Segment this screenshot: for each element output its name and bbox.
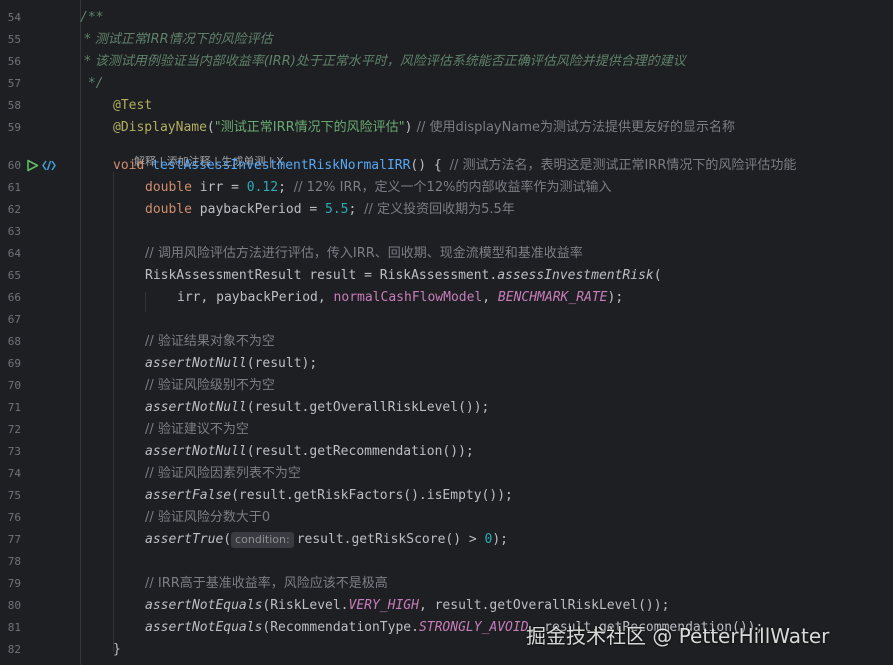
code-line-79: // IRR高于基准收益率，风险应该不是极高 [145, 576, 388, 591]
code-line-68: // 验证结果对象不为空 [145, 334, 275, 349]
code-line-61: double irr = 0.12; // 12% IRR，定义一个12%的内部… [145, 180, 612, 195]
code-line-60: void testAssessInvestmentRiskNormalIRR()… [113, 158, 797, 173]
code-line-56: * 该测试用例验证当内部收益率(IRR)处于正常水平时，风险评估系统能否正确评估… [80, 54, 686, 69]
code-line-76: // 验证风险分数大于0 [145, 510, 271, 525]
indent-guide [80, 0, 81, 665]
code-line-72: // 验证建议不为空 [145, 422, 249, 437]
code-line-55: * 测试正常IRR情况下的风险评估 [80, 32, 273, 47]
code-line-65: RiskAssessmentResult result = RiskAssess… [145, 268, 662, 283]
code-lens-actions: 解释 | 添加注释 | 生成单测 | X [113, 138, 284, 168]
code-line-74: // 验证风险因素列表不为空 [145, 466, 301, 481]
code-line-64: // 调用风险评估方法进行评估，传入IRR、回收期、现金流模型和基准收益率 [145, 246, 583, 261]
code-line-66: irr, paybackPeriod, normalCashFlowModel,… [177, 290, 624, 305]
code-line-80: assertNotEquals(RiskLevel.VERY_HIGH, res… [145, 598, 670, 613]
code-line-57: */ [80, 76, 104, 91]
code-line-75: assertFalse(result.getRiskFactors().isEm… [145, 488, 513, 503]
code-area[interactable]: /** * 测试正常IRR情况下的风险评估 * 该测试用例验证当内部收益率(IR… [0, 0, 893, 665]
indent-guide [113, 172, 114, 652]
code-line-70: // 验证风险级别不为空 [145, 378, 275, 393]
code-editor[interactable]: 54 55 56 57 58 59 60 61 62 63 64 65 66 67 68 69 70 71 72 73… [0, 0, 893, 665]
watermark: 掘金技术社区 @ PetterHillWater [526, 624, 830, 648]
indent-guide [145, 292, 146, 312]
code-line-62: double paybackPeriod = 5.5; // 定义投资回收期为5… [145, 202, 515, 217]
code-line-69: assertNotNull(result); [145, 356, 318, 371]
code-line-58: @Test [113, 98, 153, 113]
parameter-hint: condition: [231, 532, 294, 548]
code-line-71: assertNotNull(result.getOverallRiskLevel… [145, 400, 490, 415]
code-line-77: assertTrue(condition: result.getRiskScore… [145, 532, 509, 548]
code-line-82: } [113, 642, 121, 657]
code-line-59: @DisplayName("测试正常IRR情况下的风险评估") // 使用dis… [113, 120, 735, 135]
code-line-54: /** [80, 10, 104, 25]
code-line-73: assertNotNull(result.getRecommendation()… [145, 444, 474, 459]
